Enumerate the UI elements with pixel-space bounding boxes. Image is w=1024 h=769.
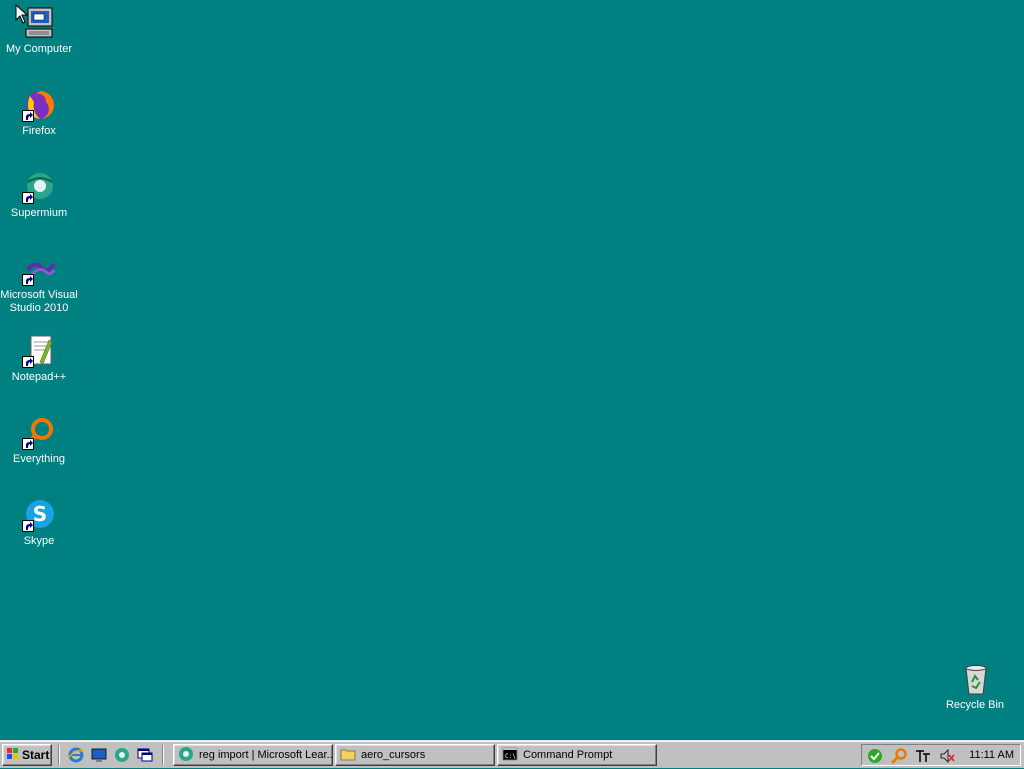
desktop-icon-label: Recycle Bin — [945, 699, 1005, 711]
security-check-icon[interactable] — [867, 748, 883, 764]
everything-search-icon — [22, 416, 56, 450]
shortcut-arrow-icon — [22, 110, 34, 122]
svg-text:C:\: C:\ — [505, 753, 516, 760]
shortcut-arrow-icon — [22, 274, 34, 286]
supermium-icon — [178, 746, 194, 765]
task-button-aero-cursors[interactable]: aero_cursors — [335, 744, 495, 766]
input-method-icon[interactable] — [915, 748, 931, 764]
desktop-icon-my-computer[interactable]: My Computer — [0, 6, 78, 56]
firefox-icon — [22, 88, 56, 122]
task-button-reg-import[interactable]: reg import | Microsoft Lear... — [173, 744, 333, 766]
system-tray: 11:11 AM — [861, 744, 1021, 766]
shortcut-arrow-icon — [22, 192, 34, 204]
desktop-icon-everything[interactable]: Everything — [0, 416, 78, 466]
supermium-icon — [22, 170, 56, 204]
desktop-icon-notepad-plus-plus[interactable]: Notepad++ — [0, 334, 78, 384]
desktop-icon-label: Microsoft Visual Studio 2010 — [0, 289, 78, 314]
command-prompt-icon: C:\ — [502, 746, 518, 765]
desktop-icon-supermium[interactable]: Supermium — [0, 170, 78, 220]
mouse-pointer-icon — [15, 3, 29, 29]
desktop-icon-label: Skype — [23, 535, 55, 547]
desktop-icon-recycle-bin[interactable]: Recycle Bin — [936, 662, 1014, 712]
desktop-icon-label: Everything — [13, 453, 65, 465]
task-button-command-prompt[interactable]: C:\ Command Prompt — [497, 744, 657, 766]
start-button[interactable]: Start — [2, 744, 52, 766]
search-magnifier-icon[interactable] — [891, 748, 907, 764]
desktop-icon-label: My Computer — [5, 43, 73, 55]
taskbar-separator — [162, 745, 164, 765]
windows-logo-icon — [6, 747, 20, 764]
svg-text:S: S — [33, 502, 47, 526]
notepad-plus-plus-icon — [22, 334, 56, 368]
desktop-icon-label: Notepad++ — [11, 371, 67, 383]
visual-studio-icon — [22, 252, 56, 286]
task-button-label: reg import | Microsoft Lear... — [199, 749, 333, 761]
supermium-icon[interactable] — [114, 747, 130, 763]
taskbar: Start reg import | Microsoft Lear... aer… — [0, 740, 1024, 768]
shortcut-arrow-icon — [22, 438, 34, 450]
window-switch-icon[interactable] — [137, 747, 153, 763]
start-button-label: Start — [22, 748, 50, 762]
show-desktop-icon[interactable] — [91, 747, 107, 763]
folder-icon — [340, 746, 356, 765]
desktop-icon-label: Firefox — [22, 125, 56, 137]
task-button-label: Command Prompt — [523, 749, 613, 761]
volume-muted-icon[interactable] — [939, 748, 955, 764]
skype-icon: S — [22, 498, 56, 532]
desktop[interactable]: My Computer Firefox Supermium Microsoft … — [0, 0, 1024, 740]
shortcut-arrow-icon — [22, 356, 34, 368]
recycle-bin-icon — [958, 662, 992, 696]
internet-explorer-icon[interactable] — [68, 747, 84, 763]
desktop-icon-visual-studio[interactable]: Microsoft Visual Studio 2010 — [0, 252, 78, 315]
task-button-label: aero_cursors — [361, 749, 426, 761]
taskbar-separator — [58, 745, 60, 765]
desktop-icon-label: Supermium — [10, 207, 68, 219]
desktop-icon-skype[interactable]: S Skype — [0, 498, 78, 548]
taskbar-clock[interactable]: 11:11 AM — [969, 749, 1014, 761]
shortcut-arrow-icon — [22, 520, 34, 532]
desktop-icon-firefox[interactable]: Firefox — [0, 88, 78, 138]
